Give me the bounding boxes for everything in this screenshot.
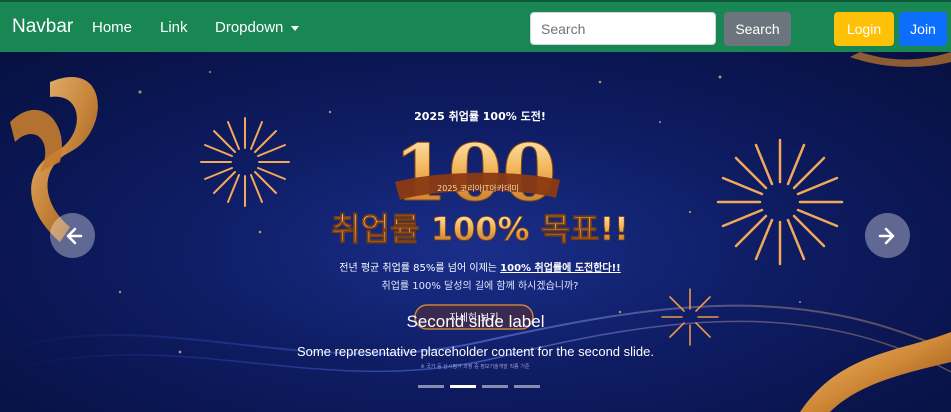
carousel-caption-title: Second slide label <box>406 312 545 331</box>
banner-line2: 취업률 100% 달성의 길에 함께 하시겠습니까? <box>382 279 579 292</box>
arrow-right-icon <box>878 227 894 244</box>
carousel-next-button[interactable] <box>865 213 910 258</box>
carousel-indicators <box>418 385 540 388</box>
banner-ribbon-text: 2025 코리아IT아카데미 <box>437 183 519 193</box>
banner-line1-prefix: 전년 평균 취업률 85%를 넘어 이제는 <box>339 261 500 274</box>
carousel-indicator-4[interactable] <box>514 385 540 388</box>
join-button[interactable]: Join <box>899 12 947 46</box>
carousel-indicator-1[interactable] <box>418 385 444 388</box>
carousel-prev-button[interactable] <box>50 213 95 258</box>
carousel-indicator-3[interactable] <box>482 385 508 388</box>
login-button[interactable]: Login <box>834 12 894 46</box>
navbar-brand[interactable]: Navbar <box>12 16 73 38</box>
banner-headline: 취업률 100% 목표!! <box>331 210 629 248</box>
search-button[interactable]: Search <box>724 12 791 46</box>
arrow-left-icon <box>66 227 82 244</box>
banner-top-line: 2025 취업률 100% 도전! <box>414 109 546 123</box>
nav-link-link[interactable]: Link <box>160 19 188 36</box>
nav-link-home[interactable]: Home <box>92 19 132 36</box>
carousel-indicator-2[interactable] <box>450 385 476 388</box>
banner-line1: 전년 평균 취업률 85%를 넘어 이제는 100% 취업률에 도전한다!! <box>339 261 620 274</box>
nav-dropdown[interactable]: Dropdown <box>215 19 300 36</box>
caret-down-icon <box>291 25 300 31</box>
carousel-caption-text: Some representative placeholder content … <box>297 344 654 359</box>
firework-left <box>200 117 290 207</box>
navbar: Navbar Home Link Dropdown Search Login J… <box>0 0 951 52</box>
banner-footnote: ※ 국가 등 상시평가 과정 중 정보기술개발 직종 기준 <box>421 363 530 370</box>
carousel: 2025 취업률 100% 도전! 100 2025 코리아IT아카데미 취업률… <box>0 52 951 412</box>
nav-dropdown-label: Dropdown <box>215 19 284 36</box>
banner-line1-emphasis: 100% 취업률에 도전한다!! <box>500 261 621 274</box>
firework-right <box>716 138 844 266</box>
search-input[interactable] <box>530 12 716 45</box>
